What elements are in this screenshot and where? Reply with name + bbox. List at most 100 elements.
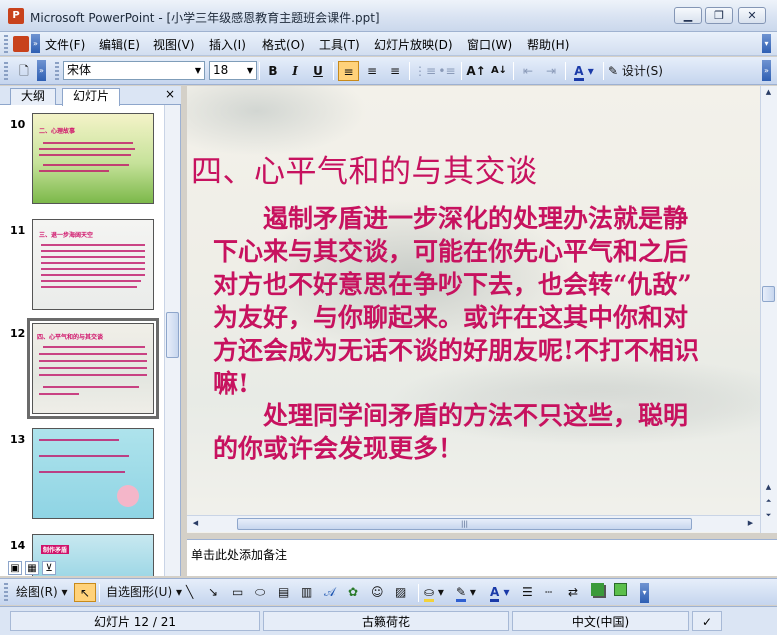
menu-edit[interactable]: 编辑(E): [99, 36, 140, 53]
thumb-text: [41, 286, 137, 288]
increase-indent-button[interactable]: ⇥: [541, 61, 561, 81]
toolbar-grip[interactable]: [4, 35, 8, 53]
scroll-right-icon[interactable]: ▶: [744, 517, 757, 530]
diagram-button[interactable]: ✿: [348, 583, 358, 602]
line-tool-button[interactable]: ╲: [186, 583, 193, 602]
line-style-button[interactable]: ☰: [522, 583, 533, 602]
design-icon: ✎: [608, 64, 619, 78]
design-button[interactable]: ✎ 设计(S): [608, 61, 672, 81]
close-button[interactable]: ✕: [738, 7, 766, 24]
tab-slides[interactable]: 幻灯片: [62, 88, 121, 106]
toolbar-options-chevron[interactable]: »: [31, 34, 40, 53]
numbering-button[interactable]: ⋮≡: [414, 61, 436, 81]
scroll-thumb[interactable]: |||: [237, 518, 692, 530]
menu-chevron[interactable]: ▾: [762, 34, 771, 53]
bullets-button[interactable]: •≡: [437, 61, 457, 81]
minimize-button[interactable]: ▁: [674, 7, 702, 24]
slide-canvas[interactable]: 四、心平气和的与其交谈 遏制矛盾进一步深化的处理办法就是静 下心来与其交谈，可能…: [187, 86, 760, 533]
vertical-textbox-button[interactable]: ▥: [301, 583, 312, 602]
align-center-icon: ≡: [366, 64, 378, 78]
menu-insert[interactable]: 插入(I): [209, 36, 246, 53]
slide-number: 10: [10, 118, 26, 131]
slide-number: 12: [10, 327, 26, 340]
menu-tools[interactable]: 工具(T): [319, 36, 360, 53]
slide-body-paragraph-1[interactable]: 遏制矛盾进一步深化的处理办法就是静 下心来与其交谈，可能在你先心平气和之后 对方…: [213, 202, 758, 400]
oval-tool-button[interactable]: ⬭: [255, 583, 265, 602]
clipart-button[interactable]: ☺: [371, 583, 384, 602]
next-slide-icon[interactable]: ⏷: [762, 509, 775, 522]
normal-view-button[interactable]: ▣: [8, 561, 22, 575]
minimize-icon: ▁: [683, 9, 693, 22]
picture-button[interactable]: ▨: [395, 583, 406, 602]
dash-style-button[interactable]: ┄: [545, 583, 552, 602]
status-bar: 幻灯片 12 / 21 古籁荷花 中文(中国) ✓: [0, 606, 777, 635]
body-line: 遏制矛盾进一步深化的处理办法就是静: [213, 204, 689, 233]
menu-file[interactable]: 文件(F): [45, 36, 85, 53]
arrow-style-button[interactable]: ⇄: [568, 583, 578, 602]
italic-button[interactable]: I: [286, 61, 304, 81]
decrease-indent-button[interactable]: ⇤: [518, 61, 538, 81]
toolbar-grip[interactable]: [4, 62, 8, 80]
spelling-check-icon[interactable]: ✓: [692, 611, 722, 631]
underline-button[interactable]: U: [309, 61, 327, 81]
slide-thumbnail-12[interactable]: 四、心平气和的与其交谈: [27, 318, 159, 419]
line-color-button[interactable]: ✎ ▾: [456, 583, 476, 602]
slide-sorter-button[interactable]: ▦: [25, 561, 39, 575]
close-icon[interactable]: ×: [165, 87, 175, 101]
menu-window[interactable]: 窗口(W): [467, 36, 512, 53]
font-color-draw-button[interactable]: A ▾: [490, 583, 510, 602]
draw-menu-button[interactable]: 绘图(R) ▾: [16, 583, 68, 602]
notes-pane[interactable]: 单击此处添加备注: [187, 539, 777, 576]
rectangle-icon: ▭: [232, 585, 244, 599]
menu-help[interactable]: 帮助(H): [527, 36, 569, 53]
slide-vertical-scrollbar[interactable]: ▲ ▲ ⏶ ⏷: [760, 86, 777, 533]
arrow-tool-button[interactable]: ↘: [208, 583, 218, 602]
wordart-button[interactable]: 𝒜: [324, 583, 335, 602]
drawing-toolbar-chevron[interactable]: ▾: [640, 583, 649, 603]
restore-button[interactable]: ❐: [705, 7, 733, 24]
menu-format[interactable]: 格式(O): [262, 36, 305, 53]
font-size-select[interactable]: 18 ▼: [209, 61, 257, 80]
rectangle-tool-button[interactable]: ▭: [232, 583, 243, 602]
new-document-icon[interactable]: 🗋: [13, 61, 35, 81]
slide-horizontal-scrollbar[interactable]: ◀ ||| ▶: [187, 515, 760, 532]
scroll-up-icon[interactable]: ▲: [762, 481, 775, 494]
align-left-button[interactable]: ≡: [338, 61, 359, 81]
slide-body-paragraph-2[interactable]: 处理同学间矛盾的方法不只这些，聪明 的你或许会发现更多！: [213, 399, 758, 465]
scroll-thumb[interactable]: [166, 312, 179, 358]
scroll-left-icon[interactable]: ◀: [189, 517, 202, 530]
previous-slide-icon[interactable]: ⏶: [762, 495, 775, 508]
autoshapes-menu-button[interactable]: 自选图形(U) ▾: [106, 583, 182, 602]
fill-color-button[interactable]: ⛀ ▾: [424, 583, 444, 602]
align-center-button[interactable]: ≡: [362, 61, 382, 81]
menu-view[interactable]: 视图(V): [153, 36, 195, 53]
autoshapes-label: 自选图形(U): [106, 585, 173, 599]
align-right-button[interactable]: ≡: [385, 61, 405, 81]
3d-button[interactable]: [614, 583, 627, 602]
increase-font-button[interactable]: A↑: [466, 61, 486, 81]
scroll-thumb[interactable]: [762, 286, 775, 302]
scroll-up-icon[interactable]: ▲: [762, 86, 775, 99]
bold-button[interactable]: B: [264, 61, 282, 81]
font-color-button[interactable]: A ▾: [570, 61, 598, 81]
slide-thumbnail-10[interactable]: 二、心理故事: [32, 113, 154, 204]
font-name-select[interactable]: 宋体 ▼: [63, 61, 205, 80]
toolbar-chevron[interactable]: »: [37, 60, 46, 81]
toolbar-grip[interactable]: [4, 583, 8, 602]
thumb-text: [41, 250, 145, 252]
select-objects-button[interactable]: ↖: [74, 583, 96, 602]
slide-thumbnail-11[interactable]: 三、退一步海阔天空: [32, 219, 154, 310]
toolbar-grip[interactable]: [55, 62, 59, 80]
slide-title[interactable]: 四、心平气和的与其交谈: [191, 146, 538, 191]
line-color-icon: ✎: [456, 585, 467, 602]
slideshow-button[interactable]: ⊻: [42, 561, 56, 575]
decrease-font-button[interactable]: A↓: [489, 61, 509, 81]
tab-outline[interactable]: 大纲: [10, 88, 57, 105]
toolbar-options-chevron[interactable]: »: [762, 60, 771, 81]
panel-scrollbar[interactable]: [164, 105, 180, 576]
textbox-tool-button[interactable]: ▤: [278, 583, 289, 602]
menu-slideshow[interactable]: 幻灯片放映(D): [374, 36, 453, 53]
thumb-text: [39, 367, 147, 369]
slide-thumbnail-13[interactable]: [32, 428, 154, 519]
shadow-button[interactable]: [591, 583, 604, 602]
